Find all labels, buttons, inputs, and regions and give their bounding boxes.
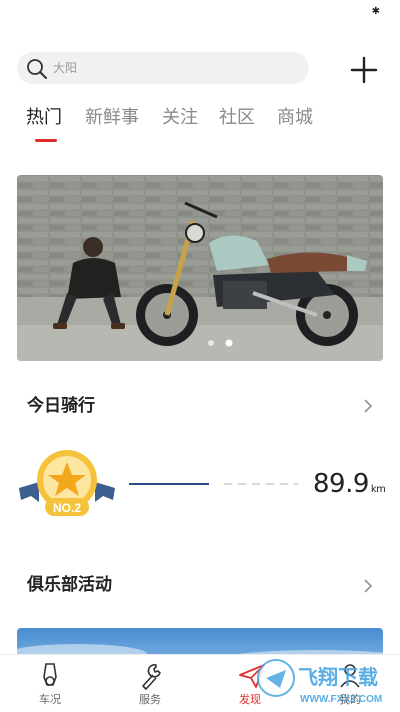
status-bar: ✱ [0,0,400,24]
club-activity-title: 俱乐部活动 [27,575,112,595]
tabbar-label-service: 服务 [139,693,161,706]
search-placeholder: 大阳 [53,61,78,75]
ride-distance-unit: km [370,484,386,495]
tabbar-item-vehicle[interactable]: 车况 [10,655,90,712]
active-tab-indicator [35,139,57,142]
banner-carousel[interactable] [17,175,383,361]
carousel-dot-1[interactable] [208,340,214,346]
today-ride-title: 今日骑行 [27,396,95,416]
tab-community[interactable]: 社区 [219,106,255,130]
site-watermark: 飞翔下载 WWW.FXXZ.COM [257,659,382,705]
plus-icon[interactable] [348,54,380,86]
tab-news[interactable]: 新鲜事 [85,106,139,130]
chevron-right-icon[interactable] [360,395,376,417]
banner-image [17,175,383,361]
wrench-icon [142,664,161,690]
ride-distance-value: 89.9 [313,469,369,499]
tab-mall[interactable]: 商城 [277,106,313,130]
scooter-icon [43,663,57,686]
search-icon [27,59,47,79]
rank-badge-text: NO.2 [53,501,81,515]
ride-progress-bar [129,483,209,485]
tab-follow[interactable]: 关注 [162,106,198,130]
rank-medal: NO.2 [19,450,115,516]
chevron-right-icon[interactable] [360,575,376,597]
search-input[interactable]: 大阳 [17,52,309,84]
carousel-dot-2-active[interactable] [225,339,233,347]
ride-progress-remaining [224,483,298,485]
tabbar-item-service[interactable]: 服务 [110,655,190,712]
watermark-text: 飞翔下载 [298,665,378,689]
tabbar-label-vehicle: 车况 [39,693,61,706]
bluetooth-icon: ✱ [371,6,380,17]
tab-hot[interactable]: 热门 [26,106,62,130]
watermark-url: WWW.FXXZ.COM [300,694,382,705]
ride-distance: 89.9 km [313,469,386,505]
